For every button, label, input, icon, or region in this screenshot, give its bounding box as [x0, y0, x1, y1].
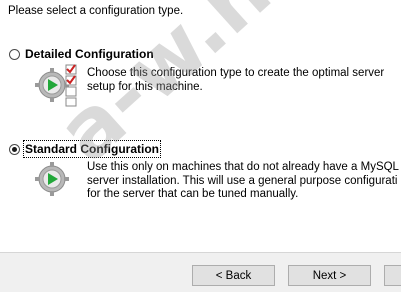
description-line: Use this only on machines that do not al…: [87, 161, 399, 173]
footer-bar: < Back Next >: [0, 253, 401, 292]
radio-standard[interactable]: [9, 144, 20, 155]
cancel-button[interactable]: [384, 265, 401, 286]
prompt-label: Please select a configuration type.: [8, 5, 184, 17]
description-line: setup for this machine.: [87, 80, 203, 93]
option-standard-label[interactable]: Standard Configuration: [23, 140, 161, 158]
standard-config-icon: [35, 162, 69, 196]
option-detailed-description: Choose this configuration type to create…: [87, 67, 384, 94]
option-detailed-label[interactable]: Detailed Configuration: [25, 47, 154, 61]
description-line: for the server that can be tuned manuall…: [87, 188, 299, 200]
description-line: server installation. This will use a gen…: [87, 174, 398, 187]
radio-selected-dot: [12, 147, 17, 152]
back-button[interactable]: < Back: [192, 265, 275, 286]
option-standard-description: Use this only on machines that do not al…: [87, 161, 399, 202]
description-line: Choose this configuration type to create…: [87, 67, 385, 79]
next-button[interactable]: Next >: [288, 265, 371, 286]
radio-detailed[interactable]: [9, 49, 20, 60]
detailed-config-icon: [35, 64, 77, 107]
